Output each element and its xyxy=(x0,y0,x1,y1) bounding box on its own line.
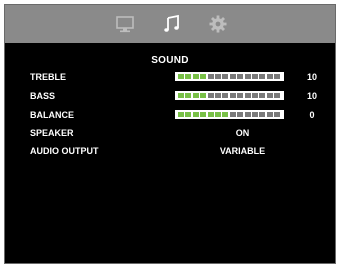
setting-value: 10 xyxy=(306,91,317,101)
level-segment xyxy=(252,93,258,98)
setting-label: SPEAKER xyxy=(30,128,74,138)
level-segment xyxy=(274,112,281,117)
level-segment xyxy=(252,112,258,117)
level-segment xyxy=(237,112,244,117)
level-segment xyxy=(259,93,266,98)
setting-value: ON xyxy=(235,128,250,138)
menu-title: SOUND xyxy=(151,55,189,66)
level-segment xyxy=(259,112,266,117)
level-segment xyxy=(200,93,207,98)
level-segment xyxy=(274,74,281,79)
level-segment xyxy=(266,93,273,98)
level-segment xyxy=(200,74,207,79)
level-segment xyxy=(237,93,244,98)
tab-display[interactable] xyxy=(114,13,136,35)
level-segment xyxy=(252,74,258,79)
level-segment xyxy=(200,112,207,117)
setting-row-balance[interactable]: BALANCE 0 xyxy=(5,108,335,124)
level-segment xyxy=(237,74,244,79)
tab-bar xyxy=(5,5,335,43)
level-segment xyxy=(244,74,251,79)
music-note-icon xyxy=(164,14,179,32)
setting-value: VARIABLE xyxy=(219,146,266,156)
tab-settings[interactable] xyxy=(207,13,229,35)
setting-row-treble[interactable]: TREBLE 10 xyxy=(5,70,335,86)
level-segment xyxy=(178,74,184,79)
tab-sound[interactable] xyxy=(161,13,183,35)
level-segment xyxy=(222,112,229,117)
setting-value: 10 xyxy=(306,72,317,82)
level-segment xyxy=(244,93,251,98)
level-segment xyxy=(207,93,214,98)
level-segment xyxy=(274,93,281,98)
setting-row-audio-output[interactable]: AUDIO OUTPUT VARIABLE xyxy=(5,144,335,160)
level-segment xyxy=(244,112,251,117)
osd-menu: SOUND TREBLE 10 BASS 10 BALANCE 0 SPEAKE… xyxy=(4,4,336,264)
setting-label: TREBLE xyxy=(30,72,66,82)
level-segment xyxy=(192,112,199,117)
level-segment xyxy=(222,93,229,98)
level-segment xyxy=(215,93,221,98)
level-segment xyxy=(222,74,229,79)
level-segment xyxy=(266,74,273,79)
level-segment xyxy=(259,74,266,79)
setting-label: BALANCE xyxy=(30,110,74,120)
level-segment xyxy=(192,93,199,98)
level-segment xyxy=(185,112,192,117)
level-segment xyxy=(192,74,199,79)
level-segment xyxy=(229,74,236,79)
level-segment xyxy=(207,74,214,79)
level-segment xyxy=(185,74,192,79)
gear-icon xyxy=(209,15,227,33)
level-segment xyxy=(178,93,184,98)
level-segment xyxy=(178,112,184,117)
setting-label: AUDIO OUTPUT xyxy=(30,146,99,156)
setting-value: 0 xyxy=(309,110,315,120)
level-segment xyxy=(215,112,221,117)
level-segment xyxy=(266,112,273,117)
level-segment xyxy=(185,93,192,98)
level-bar[interactable] xyxy=(175,110,284,119)
level-segment xyxy=(215,74,221,79)
level-segment xyxy=(229,112,236,117)
setting-row-speaker[interactable]: SPEAKER ON xyxy=(5,126,335,142)
setting-row-bass[interactable]: BASS 10 xyxy=(5,89,335,105)
setting-label: BASS xyxy=(30,91,56,101)
level-bar[interactable] xyxy=(175,91,284,100)
level-bar[interactable] xyxy=(175,72,284,81)
level-segment xyxy=(207,112,214,117)
monitor-icon xyxy=(116,16,134,33)
level-segment xyxy=(229,93,236,98)
